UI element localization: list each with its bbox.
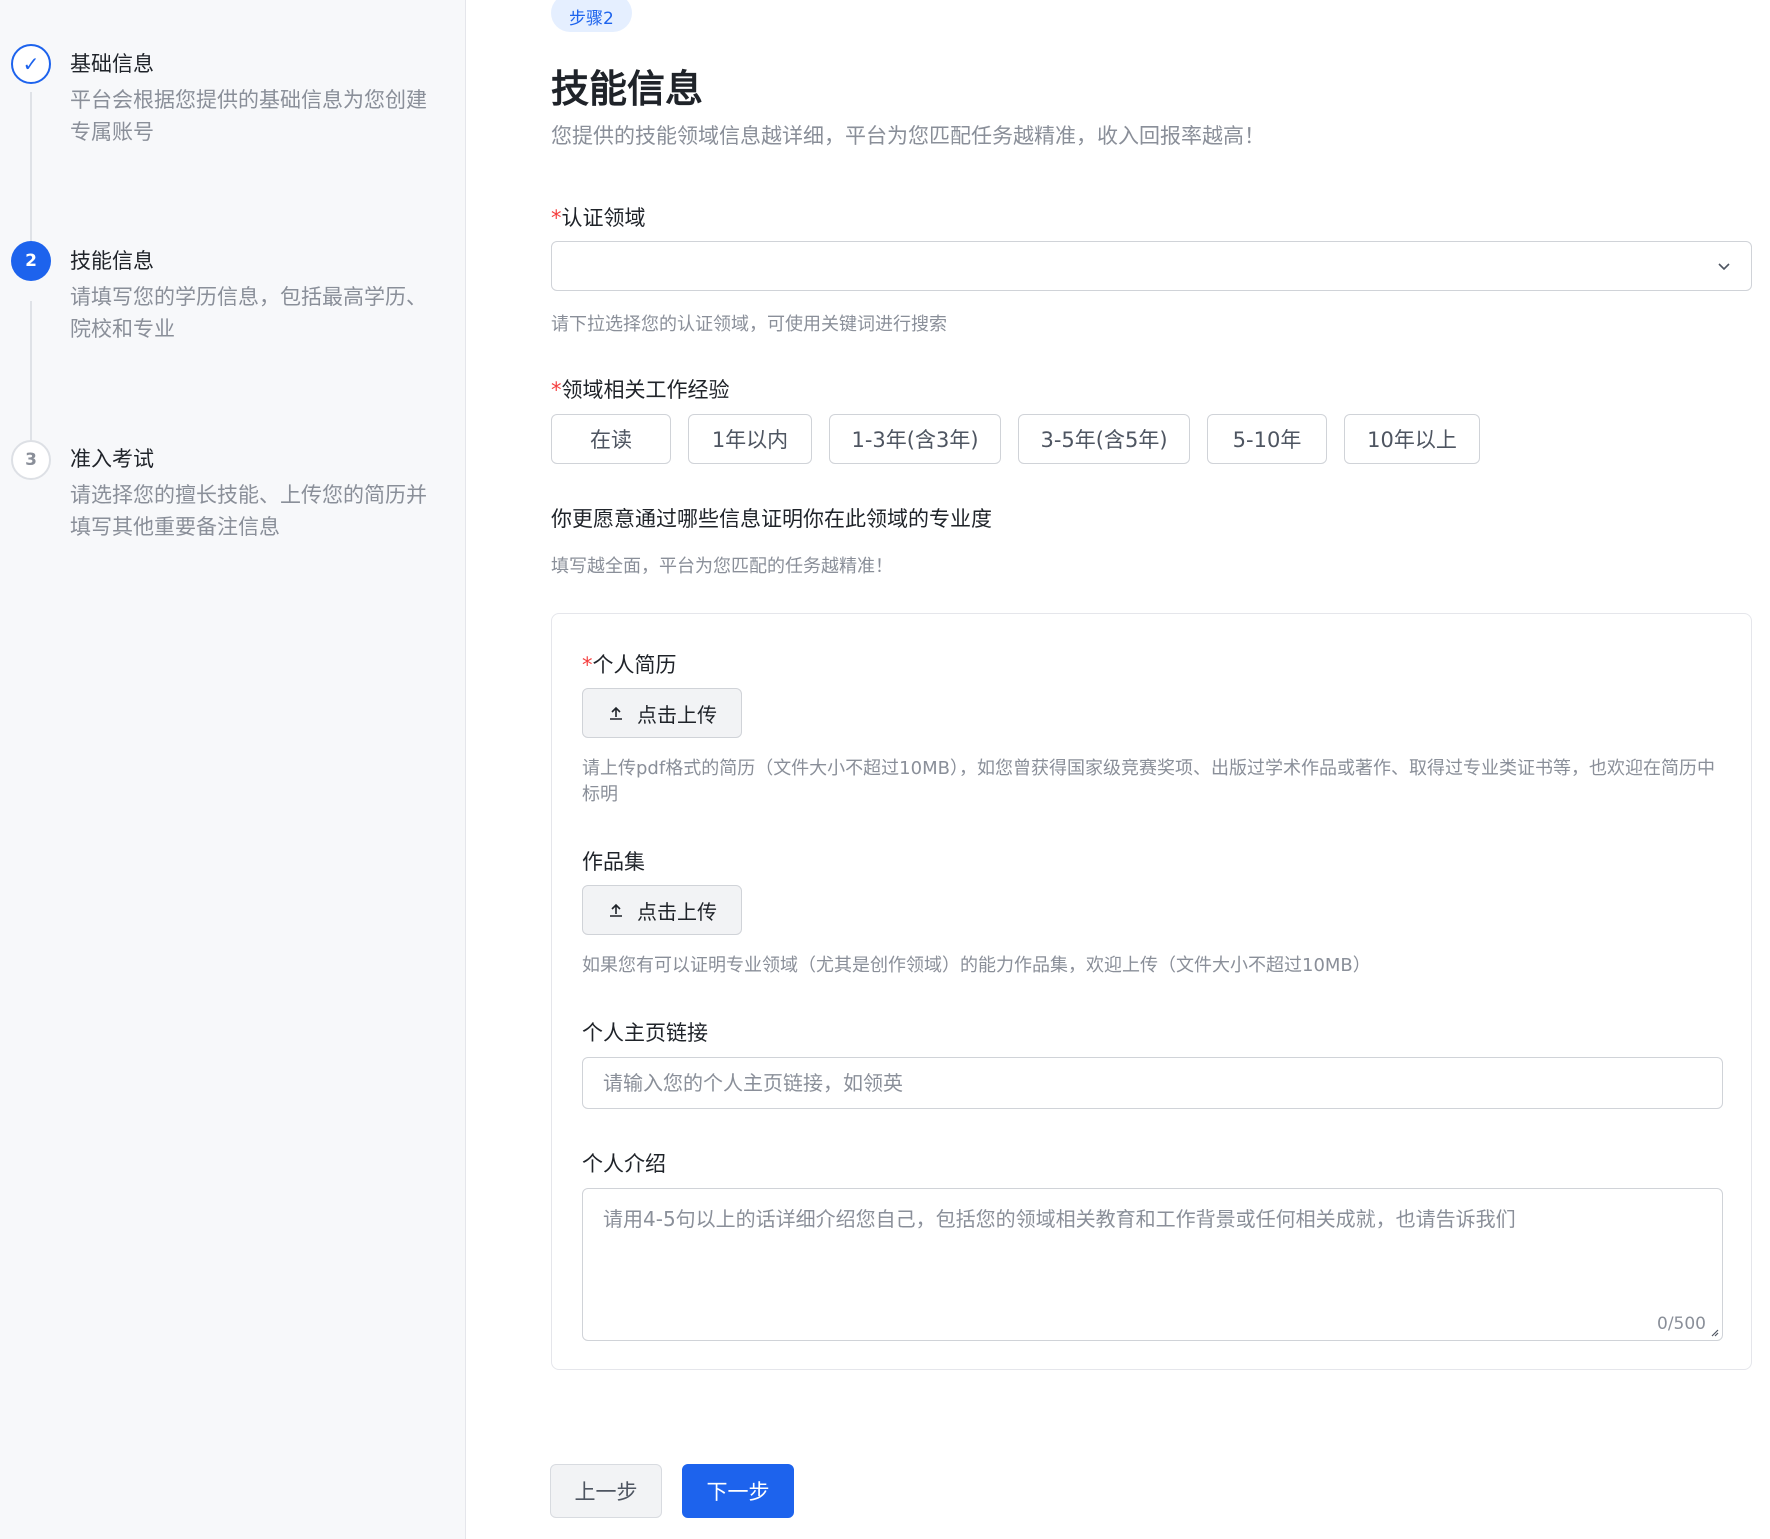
step-description: 平台会根据您提供的基础信息为您创建专属账号 (70, 88, 427, 144)
step-description: 请选择您的擅长技能、上传您的简历并填写其他重要备注信息 (70, 483, 427, 539)
step-title: 准入考试 (70, 447, 154, 471)
next-step-button[interactable]: 下一步 (682, 1464, 794, 1518)
step-description: 请填写您的学历信息，包括最高学历、院校和专业 (70, 285, 427, 341)
experience-option[interactable]: 3-5年(含5年) (1018, 414, 1190, 464)
intro-textarea-wrapper: 0/500 (582, 1188, 1723, 1341)
resume-label: *个人简历 (582, 649, 677, 679)
check-icon: ✓ (11, 44, 51, 84)
experience-option[interactable]: 10年以上 (1344, 414, 1480, 464)
experience-label: *领域相关工作经验 (551, 374, 730, 404)
step-title: 基础信息 (70, 52, 154, 76)
prev-step-button[interactable]: 上一步 (550, 1464, 662, 1518)
homepage-label: 个人主页链接 (582, 1021, 708, 1045)
form-main: 步骤2 技能信息 您提供的技能领域信息越详细，平台为您匹配任务越精准，收入回报率… (466, 0, 1770, 1539)
experience-option[interactable]: 1年以内 (688, 414, 812, 464)
resume-hint: 请上传pdf格式的简历（文件大小不超过10MB），如您曾获得国家级竞赛奖项、出版… (582, 758, 1715, 805)
upload-label: 点击上传 (637, 702, 717, 727)
proof-hint: 填写越全面，平台为您匹配的任务越精准！ (551, 556, 893, 577)
experience-option[interactable]: 5-10年 (1207, 414, 1327, 464)
portfolio-label: 作品集 (582, 850, 645, 874)
required-mark: * (582, 653, 593, 677)
experience-label-text: 领域相关工作经验 (561, 378, 730, 402)
upload-icon (610, 903, 622, 917)
page-subtitle: 您提供的技能领域信息越详细，平台为您匹配任务越精准，收入回报率越高！ (551, 124, 1265, 148)
experience-option[interactable]: 在读 (551, 414, 671, 464)
resume-upload-button[interactable]: 点击上传 (582, 688, 742, 738)
resize-handle-icon[interactable] (1709, 1327, 1719, 1337)
proof-panel: *个人简历 点击上传 请上传pdf格式的简历（文件大小不超过10MB），如您曾获… (551, 613, 1752, 1370)
step-number-badge: 3 (11, 440, 51, 480)
portfolio-hint: 如果您有可以证明专业领域（尤其是创作领域）的能力作品集，欢迎上传（文件大小不超过… (582, 955, 1371, 976)
required-mark: * (551, 378, 562, 402)
portfolio-upload-button[interactable]: 点击上传 (582, 885, 742, 935)
intro-label: 个人介绍 (582, 1152, 666, 1176)
intro-textarea[interactable] (583, 1189, 1722, 1340)
homepage-input[interactable] (582, 1057, 1723, 1109)
domain-label-text: 认证领域 (561, 206, 646, 230)
required-mark: * (551, 206, 562, 230)
step-number-badge: 2 (11, 241, 51, 281)
experience-option[interactable]: 1-3年(含3年) (829, 414, 1001, 464)
chevron-down-icon (1718, 263, 1730, 271)
proof-heading: 你更愿意通过哪些信息证明你在此领域的专业度 (551, 507, 992, 531)
domain-hint: 请下拉选择您的认证领域，可使用关键词进行搜索 (551, 314, 947, 335)
upload-icon (610, 706, 622, 720)
domain-select[interactable] (551, 241, 1752, 291)
resume-label-text: 个人简历 (592, 653, 677, 677)
char-counter: 0/500 (1657, 1314, 1706, 1334)
step-tag: 步骤2 (551, 0, 632, 32)
page-title: 技能信息 (551, 67, 704, 111)
step-title: 技能信息 (70, 249, 154, 273)
steps-sidebar: ✓ 基础信息 平台会根据您提供的基础信息为您创建专属账号 2 技能信息 请填写您… (0, 0, 466, 1539)
upload-label: 点击上传 (637, 899, 717, 924)
domain-label: *认证领域 (551, 202, 646, 232)
